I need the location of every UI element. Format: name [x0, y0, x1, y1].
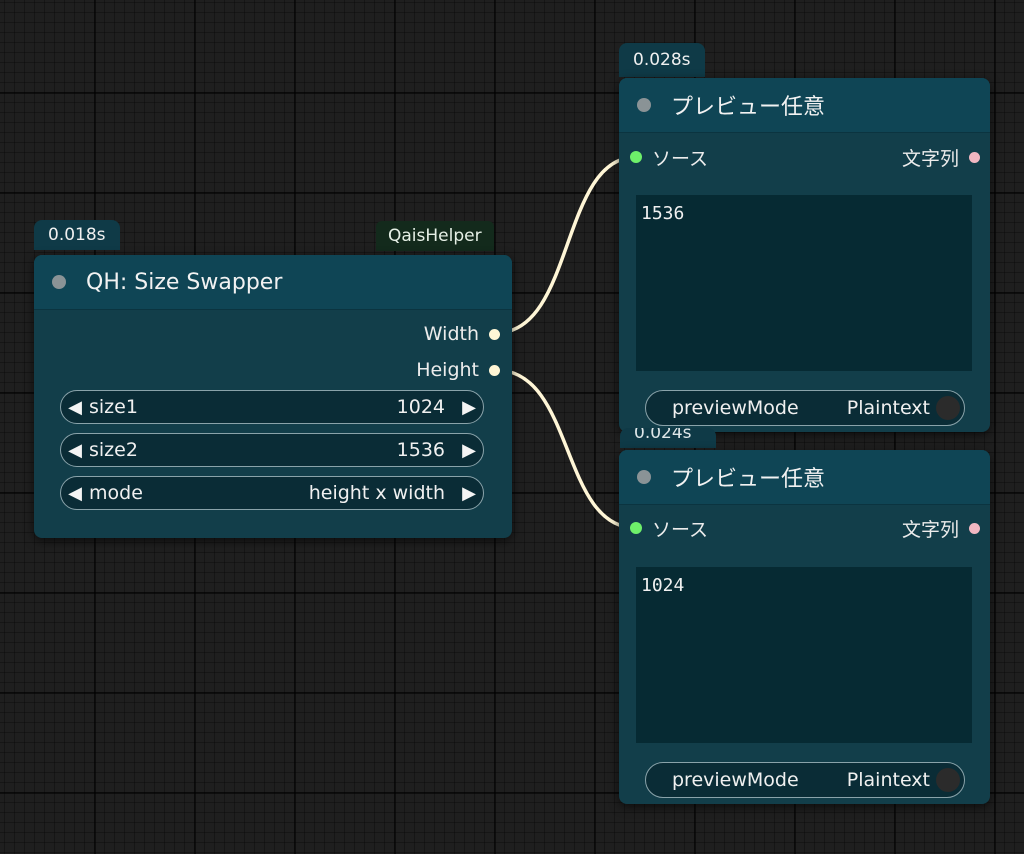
- node-header[interactable]: QH: Size Swapper: [34, 255, 512, 310]
- output-height[interactable]: Height: [416, 359, 500, 381]
- widget-size1[interactable]: ◀ size1 1024 ▶: [60, 390, 484, 424]
- node-source-badge: QaisHelper: [376, 221, 494, 251]
- preview-mode-value: Plaintext: [846, 769, 930, 791]
- io-row: ソース 文字列: [619, 513, 990, 543]
- widget-label: size1: [89, 396, 138, 418]
- widget-mode[interactable]: ◀ mode height x width ▶: [60, 476, 484, 510]
- increment-arrow-icon[interactable]: ▶: [455, 397, 483, 418]
- output-label: Width: [423, 323, 479, 345]
- decrement-arrow-icon[interactable]: ◀: [61, 440, 89, 461]
- preview-any-node-2[interactable]: プレビュー任意 ソース 文字列 1024 previewMode Plainte…: [619, 450, 990, 804]
- size-swapper-node[interactable]: QH: Size Swapper Width Height ◀ size1 10…: [34, 255, 512, 538]
- collapse-dot-icon[interactable]: [637, 470, 651, 484]
- io-row: ソース 文字列: [619, 142, 990, 172]
- execution-time-badge: 0.024s: [620, 428, 716, 448]
- node-header[interactable]: プレビュー任意: [619, 78, 990, 133]
- increment-arrow-icon[interactable]: ▶: [455, 440, 483, 461]
- node-header[interactable]: プレビュー任意: [619, 450, 990, 505]
- widget-label: mode: [89, 482, 143, 504]
- output-slot-icon[interactable]: [489, 364, 500, 376]
- preview-text-area[interactable]: 1536: [636, 195, 972, 371]
- execution-time-badge: 0.018s: [34, 220, 120, 250]
- input-label: ソース: [652, 518, 709, 541]
- input-label: ソース: [652, 147, 709, 170]
- output-label: 文字列: [901, 518, 959, 541]
- output-label: 文字列: [901, 147, 959, 170]
- preview-mode-value: Plaintext: [846, 397, 930, 419]
- preview-mode-toggle[interactable]: previewMode Plaintext: [645, 762, 965, 798]
- widget-value[interactable]: height x width: [143, 482, 455, 504]
- execution-time-badge: 0.028s: [619, 43, 705, 77]
- toggle-knob-icon[interactable]: [936, 396, 960, 420]
- widget-size2[interactable]: ◀ size2 1536 ▶: [60, 433, 484, 467]
- preview-mode-label: previewMode: [672, 397, 799, 419]
- output-slot-icon[interactable]: [969, 151, 980, 163]
- decrement-arrow-icon[interactable]: ◀: [61, 397, 89, 418]
- link-width-to-preview-1[interactable]: [495, 155, 637, 335]
- node-title: QH: Size Swapper: [86, 269, 283, 295]
- input-slot-icon[interactable]: [630, 151, 642, 163]
- output-label: Height: [416, 359, 479, 381]
- preview-mode-toggle[interactable]: previewMode Plaintext: [645, 390, 965, 426]
- widget-value[interactable]: 1024: [138, 396, 455, 418]
- next-option-arrow-icon[interactable]: ▶: [455, 483, 483, 504]
- output-slot-icon[interactable]: [489, 328, 500, 340]
- link-height-to-preview-2[interactable]: [495, 368, 637, 530]
- output-slot-icon[interactable]: [969, 522, 980, 534]
- toggle-knob-icon[interactable]: [936, 768, 960, 792]
- output-width[interactable]: Width: [424, 323, 500, 345]
- collapse-dot-icon[interactable]: [52, 275, 66, 289]
- input-slot-icon[interactable]: [630, 522, 642, 534]
- widget-value[interactable]: 1536: [138, 439, 455, 461]
- node-title: プレビュー任意: [671, 467, 826, 492]
- preview-any-node-1[interactable]: プレビュー任意 ソース 文字列 1536 previewMode Plainte…: [619, 78, 990, 432]
- widget-label: size2: [89, 439, 138, 461]
- node-title: プレビュー任意: [671, 95, 826, 120]
- previous-option-arrow-icon[interactable]: ◀: [61, 483, 89, 504]
- collapse-dot-icon[interactable]: [637, 98, 651, 112]
- preview-mode-label: previewMode: [672, 769, 799, 791]
- preview-text-area[interactable]: 1024: [636, 567, 972, 743]
